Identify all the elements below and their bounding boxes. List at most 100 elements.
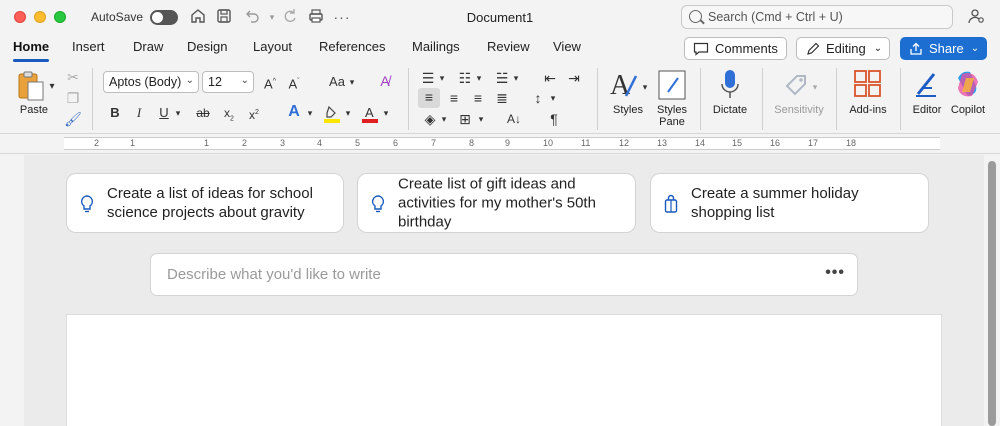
align-center-icon[interactable]: ≡: [444, 89, 464, 107]
vertical-scrollbar[interactable]: [986, 155, 1000, 426]
text-effects-dropdown-icon[interactable]: ▾: [305, 104, 315, 122]
sensitivity-dropdown-icon[interactable]: ▾: [810, 78, 820, 96]
share-button[interactable]: Share ⌄: [900, 37, 987, 60]
superscript-icon[interactable]: x2: [245, 104, 263, 124]
tab-insert[interactable]: Insert: [72, 39, 105, 54]
share-icon: [909, 42, 923, 56]
show-formatting-marks-icon[interactable]: ¶: [545, 110, 563, 128]
bullets-dropdown-icon[interactable]: ▾: [437, 69, 447, 87]
ruler-tick: 10: [543, 138, 554, 148]
justify-icon[interactable]: ≣: [492, 89, 512, 107]
comments-label: Comments: [715, 41, 778, 56]
copilot-prompt-input[interactable]: Describe what you'd like to write •••: [150, 253, 858, 296]
undo-icon[interactable]: [242, 7, 262, 27]
suggestion-card[interactable]: Create a list of ideas for school scienc…: [66, 173, 344, 233]
copilot-icon[interactable]: [952, 68, 982, 102]
suggestion-card[interactable]: Create list of gift ideas and activities…: [357, 173, 636, 233]
save-icon[interactable]: [214, 7, 234, 27]
multilevel-dropdown-icon[interactable]: ▾: [511, 69, 521, 87]
lightbulb-icon: [79, 194, 97, 214]
line-spacing-icon[interactable]: ↕: [528, 89, 548, 107]
text-effects-icon[interactable]: A: [284, 103, 304, 121]
separator: [700, 68, 701, 130]
styles-pane-icon[interactable]: [656, 68, 688, 102]
bullets-icon[interactable]: ☰: [418, 69, 438, 87]
ruler-tick: 9: [505, 138, 511, 148]
line-spacing-dropdown-icon[interactable]: ▾: [548, 89, 558, 107]
home-icon[interactable]: [188, 7, 208, 27]
tab-review[interactable]: Review: [487, 39, 530, 54]
styles-dropdown-icon[interactable]: ▾: [640, 78, 650, 96]
multilevel-list-icon[interactable]: ☱: [492, 69, 512, 87]
bold-icon[interactable]: B: [107, 104, 123, 122]
decrease-indent-icon[interactable]: ⇤: [540, 69, 560, 87]
more-options-icon[interactable]: •••: [825, 264, 845, 282]
ruler-tick: 13: [657, 138, 668, 148]
microphone-icon[interactable]: [718, 68, 742, 102]
borders-dropdown-icon[interactable]: ▾: [476, 110, 486, 128]
ruler-tick: 4: [317, 138, 323, 148]
change-case-dropdown-icon[interactable]: ▾: [346, 73, 358, 91]
print-icon[interactable]: [306, 7, 326, 27]
tab-view[interactable]: View: [553, 39, 581, 54]
suggestion-text: Create a summer holiday shopping list: [691, 185, 859, 221]
italic-icon[interactable]: I: [131, 104, 147, 122]
sort-icon[interactable]: A↓: [504, 110, 524, 128]
separator: [762, 68, 763, 130]
share-chevron-icon: ⌄: [970, 43, 980, 54]
highlight-icon[interactable]: [322, 104, 342, 124]
redo-icon[interactable]: [280, 7, 300, 27]
borders-icon[interactable]: ⊞: [455, 110, 475, 128]
comments-button[interactable]: Comments: [684, 37, 787, 60]
paste-dropdown-icon[interactable]: ▾: [46, 78, 58, 96]
underline-icon[interactable]: U: [156, 104, 172, 122]
sensitivity-icon[interactable]: [783, 68, 809, 102]
increase-indent-icon[interactable]: ⇥: [564, 69, 584, 87]
close-window-button[interactable]: [14, 11, 26, 23]
shading-dropdown-icon[interactable]: ▾: [439, 110, 449, 128]
copy-icon[interactable]: ❐: [64, 89, 82, 107]
numbering-icon[interactable]: ☷: [455, 69, 475, 87]
tab-draw[interactable]: Draw: [133, 39, 163, 54]
highlight-dropdown-icon[interactable]: ▾: [343, 104, 353, 122]
suggestion-card[interactable]: Create a summer holiday shopping list: [650, 173, 929, 233]
more-options-icon[interactable]: ···: [332, 7, 352, 27]
format-painter-icon[interactable]: 🖌: [64, 110, 82, 128]
font-size-combo[interactable]: 12 ⌄: [202, 71, 254, 93]
subscript-icon[interactable]: x2: [220, 104, 238, 128]
editor-icon[interactable]: [912, 68, 942, 102]
font-name-combo[interactable]: Aptos (Body) ⌄: [103, 71, 199, 93]
editing-mode-button[interactable]: Editing ⌄: [796, 37, 890, 60]
pencil-icon: [805, 41, 821, 57]
zoom-window-button[interactable]: [54, 11, 66, 23]
ruler-track[interactable]: 2 1 1 2 3 4 5 6 7 8 9 10 11 12 13 14 15 …: [64, 137, 940, 150]
document-page[interactable]: [66, 314, 942, 426]
scrollbar-thumb[interactable]: [988, 161, 996, 426]
increase-font-size-icon[interactable]: A^: [260, 73, 280, 93]
tab-design[interactable]: Design: [187, 39, 227, 54]
align-left-icon[interactable]: ≡: [418, 88, 440, 108]
autosave-toggle[interactable]: [150, 10, 178, 25]
minimize-window-button[interactable]: [34, 11, 46, 23]
search-box[interactable]: Search (Cmd + Ctrl + U): [681, 5, 953, 29]
tab-layout[interactable]: Layout: [253, 39, 292, 54]
styles-gallery-icon[interactable]: A: [608, 68, 640, 102]
ribbon-home: ▾ Paste ✂ ❐ 🖌 Aptos (Body) ⌄ 12 ⌄ A^ Aˇ …: [0, 64, 1000, 134]
numbering-dropdown-icon[interactable]: ▾: [474, 69, 484, 87]
undo-dropdown-icon[interactable]: ▾: [262, 7, 282, 27]
account-icon[interactable]: [967, 7, 987, 27]
underline-dropdown-icon[interactable]: ▾: [173, 104, 183, 122]
strikethrough-icon[interactable]: ab: [193, 104, 213, 122]
decrease-font-size-icon[interactable]: Aˇ: [284, 73, 304, 93]
tab-home[interactable]: Home: [13, 39, 50, 62]
cut-icon[interactable]: ✂: [64, 68, 82, 86]
font-color-icon[interactable]: A: [360, 104, 380, 124]
tab-mailings[interactable]: Mailings: [412, 39, 460, 54]
clear-formatting-icon[interactable]: A̸: [374, 72, 396, 90]
paste-icon[interactable]: [16, 70, 46, 102]
tab-references[interactable]: References: [319, 39, 385, 54]
font-color-dropdown-icon[interactable]: ▾: [381, 104, 391, 122]
addins-icon[interactable]: [852, 68, 882, 100]
shading-icon[interactable]: ◈: [420, 110, 440, 128]
align-right-icon[interactable]: ≡: [468, 89, 488, 107]
